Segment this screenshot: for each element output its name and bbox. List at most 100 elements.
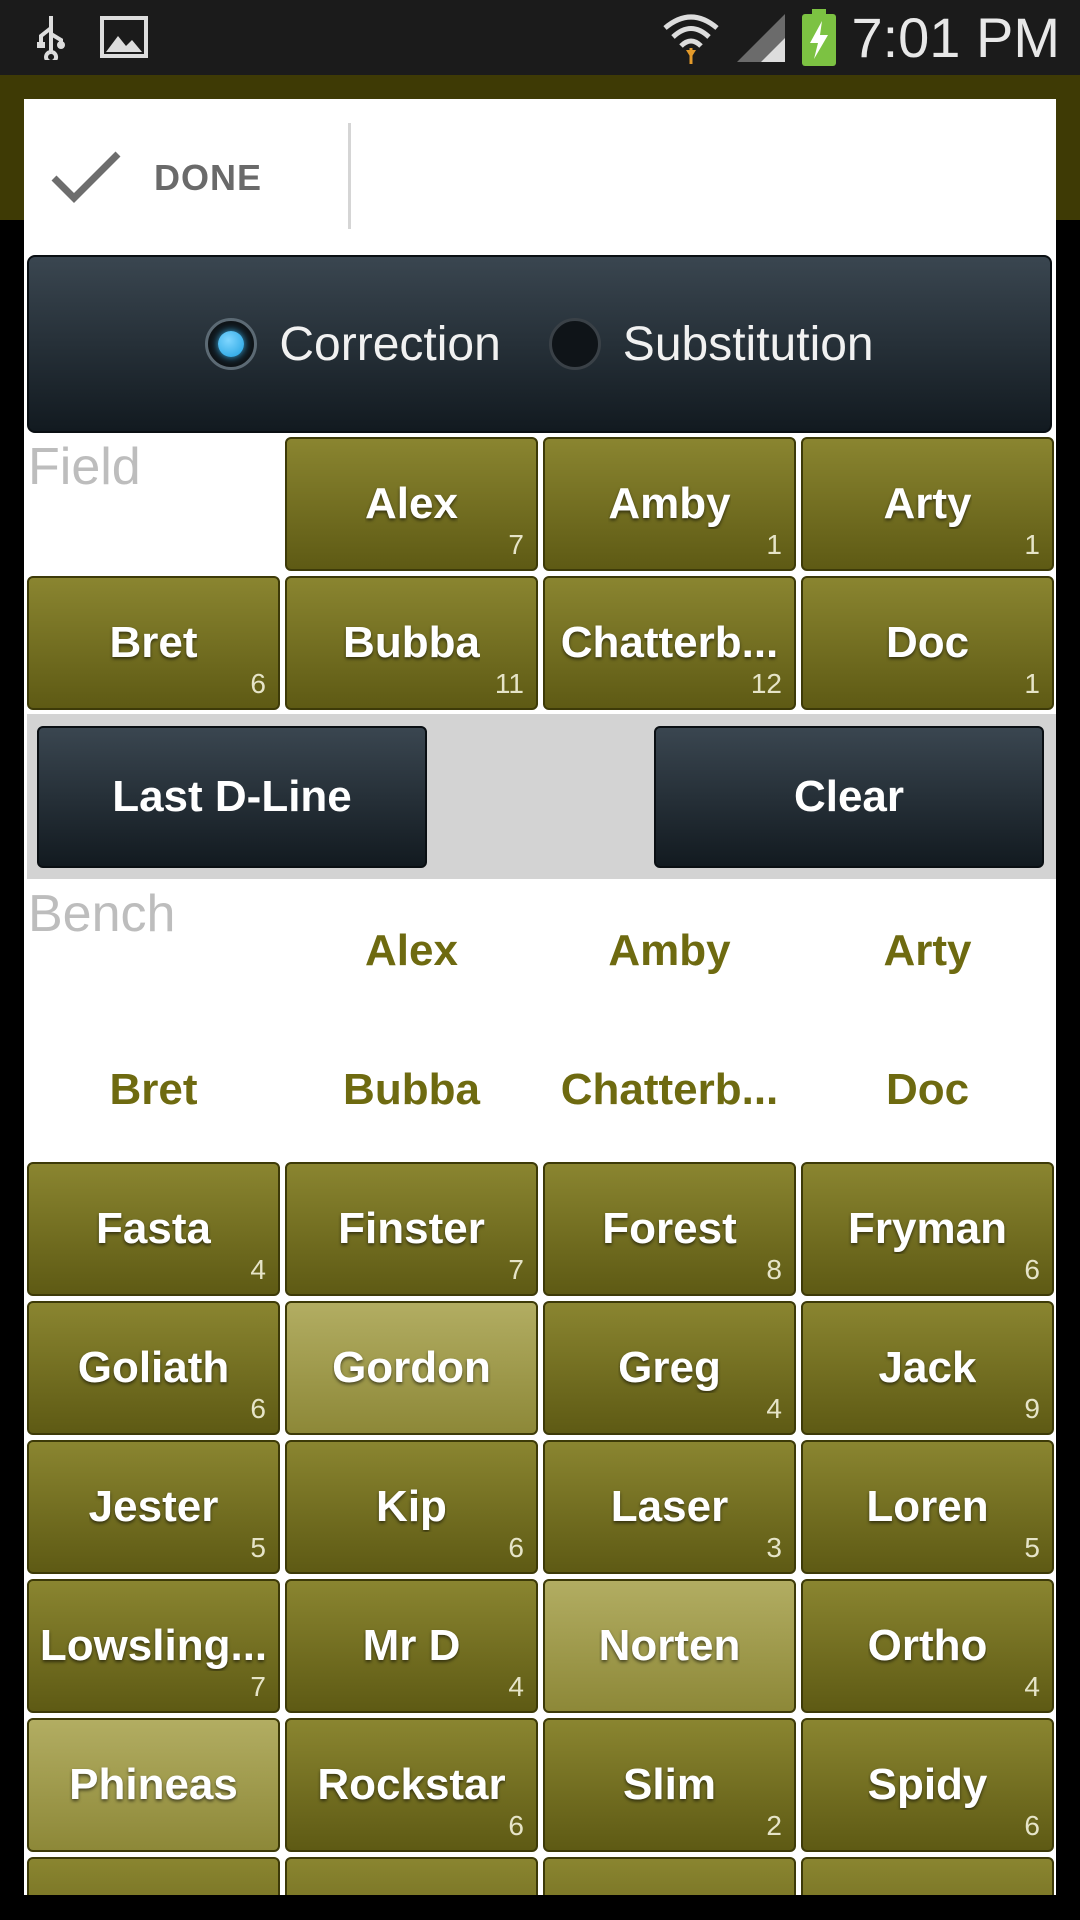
bench-player-tile[interactable]: Spidy 6 bbox=[801, 1718, 1054, 1852]
bench-player-tile[interactable]: Ortho 4 bbox=[801, 1579, 1054, 1713]
bench-player-tile-partial[interactable] bbox=[543, 1857, 796, 1895]
player-name: Forest bbox=[602, 1204, 737, 1253]
last-dline-button[interactable]: Last D-Line bbox=[37, 726, 427, 868]
mode-selector: Correction Substitution bbox=[27, 255, 1052, 433]
bench-player-tile[interactable]: Fryman 6 bbox=[801, 1162, 1054, 1296]
player-name: Doc bbox=[885, 618, 970, 667]
player-name: Greg bbox=[618, 1343, 721, 1392]
player-name: Fryman bbox=[848, 1204, 1007, 1253]
player-count: 6 bbox=[1024, 1254, 1040, 1285]
bench-title: Bench bbox=[28, 885, 176, 943]
bench-player-tile[interactable]: Lowsling... 7 bbox=[27, 1579, 280, 1713]
player-name: Spidy bbox=[867, 1760, 988, 1809]
bench-placeholder[interactable]: Amby bbox=[543, 884, 796, 1018]
bench-player-tile[interactable]: Gordon bbox=[285, 1301, 538, 1435]
bench-player-tile-partial[interactable] bbox=[285, 1857, 538, 1895]
player-name: Bret bbox=[109, 618, 198, 667]
player-count: 12 bbox=[750, 668, 782, 699]
player-name: Jack bbox=[878, 1343, 977, 1392]
player-name: Jester bbox=[88, 1482, 219, 1531]
player-name: Laser bbox=[610, 1482, 729, 1531]
player-count: 8 bbox=[766, 1254, 782, 1285]
player-count: 4 bbox=[508, 1671, 524, 1702]
field-title: Field bbox=[28, 438, 141, 496]
done-button[interactable]: DONE bbox=[50, 133, 350, 223]
player-name: Rockstar bbox=[317, 1760, 506, 1809]
player-count: 2 bbox=[766, 1810, 782, 1841]
bench-player-tile[interactable]: Jester 5 bbox=[27, 1440, 280, 1574]
radio-label: Substitution bbox=[622, 317, 874, 371]
bench-placeholder[interactable]: Bubba bbox=[285, 1023, 538, 1157]
field-player-tile[interactable]: Chatterb... 12 bbox=[543, 576, 796, 710]
done-label: DONE bbox=[154, 157, 263, 198]
bench-placeholder[interactable]: Bret bbox=[27, 1023, 280, 1157]
player-count: 6 bbox=[1024, 1810, 1040, 1841]
player-name: Goliath bbox=[77, 1343, 230, 1392]
bench-player-tile[interactable]: Greg 4 bbox=[543, 1301, 796, 1435]
player-name: Arty bbox=[883, 479, 972, 528]
bench-player-tile[interactable]: Phineas bbox=[27, 1718, 280, 1852]
player-count: 5 bbox=[250, 1532, 266, 1563]
bench-player-tile[interactable]: Rockstar 6 bbox=[285, 1718, 538, 1852]
wifi-icon bbox=[661, 10, 721, 66]
player-count: 9 bbox=[1024, 1393, 1040, 1424]
bench-player-tile[interactable]: Slim 2 bbox=[543, 1718, 796, 1852]
player-count: 4 bbox=[250, 1254, 266, 1285]
radio-button-selected-icon bbox=[205, 318, 258, 370]
radio-substitution[interactable]: Substitution bbox=[548, 317, 874, 372]
battery-charging-icon bbox=[801, 9, 837, 67]
player-count: 7 bbox=[250, 1671, 266, 1702]
field-player-tile[interactable]: Doc 1 bbox=[801, 576, 1054, 710]
signal-icon bbox=[735, 12, 787, 64]
bench-player-tile[interactable]: Forest 8 bbox=[543, 1162, 796, 1296]
player-count: 11 bbox=[494, 668, 524, 699]
player-name: Alex bbox=[365, 479, 458, 528]
player-name: Slim bbox=[623, 1760, 716, 1809]
bench-placeholder[interactable]: Doc bbox=[801, 1023, 1054, 1157]
player-name: Chatterb... bbox=[560, 618, 779, 667]
bench-player-tile[interactable]: Kip 6 bbox=[285, 1440, 538, 1574]
player-name: Norten bbox=[598, 1621, 741, 1670]
player-count: 7 bbox=[508, 529, 524, 560]
line-edit-dialog: DONE Correction Substitution Field Alex … bbox=[24, 99, 1056, 1895]
bench-placeholder[interactable]: Chatterb... bbox=[543, 1023, 796, 1157]
checkmark-icon bbox=[50, 148, 122, 209]
divider bbox=[348, 123, 351, 229]
bench-player-tile[interactable]: Jack 9 bbox=[801, 1301, 1054, 1435]
player-name: Ortho bbox=[867, 1621, 988, 1670]
bench-player-tile[interactable]: Goliath 6 bbox=[27, 1301, 280, 1435]
clear-button[interactable]: Clear bbox=[654, 726, 1044, 868]
bench-placeholder[interactable]: Alex bbox=[285, 884, 538, 1018]
field-player-tile[interactable]: Bubba 11 bbox=[285, 576, 538, 710]
field-player-tile[interactable]: Alex 7 bbox=[285, 437, 538, 571]
player-name: Finster bbox=[338, 1204, 485, 1253]
player-name: Mr D bbox=[362, 1621, 461, 1670]
player-count: 6 bbox=[250, 1393, 266, 1424]
player-count: 1 bbox=[1024, 529, 1040, 560]
field-player-tile[interactable]: Bret 6 bbox=[27, 576, 280, 710]
bench-player-tile[interactable]: Fasta 4 bbox=[27, 1162, 280, 1296]
player-name: Loren bbox=[866, 1482, 989, 1531]
bench-placeholder[interactable]: Arty bbox=[801, 884, 1054, 1018]
bench-player-tile-partial[interactable] bbox=[801, 1857, 1054, 1895]
radio-button-icon bbox=[548, 318, 601, 370]
clock: 7:01 PM bbox=[851, 6, 1060, 69]
done-bar: DONE bbox=[24, 99, 1056, 255]
player-count: 6 bbox=[250, 668, 266, 699]
player-count: 4 bbox=[766, 1393, 782, 1424]
bench-player-tile[interactable]: Loren 5 bbox=[801, 1440, 1054, 1574]
bench-player-tile-partial[interactable] bbox=[27, 1857, 280, 1895]
player-name: Phineas bbox=[69, 1760, 238, 1809]
radio-correction[interactable]: Correction bbox=[205, 317, 501, 372]
player-name: Lowsling... bbox=[39, 1621, 268, 1670]
field-player-tile[interactable]: Arty 1 bbox=[801, 437, 1054, 571]
bench-player-tile[interactable]: Mr D 4 bbox=[285, 1579, 538, 1713]
player-name: Gordon bbox=[332, 1343, 491, 1392]
player-count: 1 bbox=[1024, 668, 1040, 699]
player-name: Fasta bbox=[96, 1204, 211, 1253]
bench-player-tile[interactable]: Norten bbox=[543, 1579, 796, 1713]
field-player-tile[interactable]: Amby 1 bbox=[543, 437, 796, 571]
bench-player-tile[interactable]: Laser 3 bbox=[543, 1440, 796, 1574]
bench-player-tile[interactable]: Finster 7 bbox=[285, 1162, 538, 1296]
status-bar: 7:01 PM bbox=[0, 0, 1080, 75]
